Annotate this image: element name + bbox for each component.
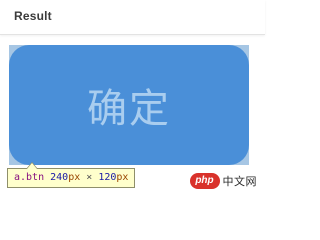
tooltip-selector: a.btn	[14, 172, 45, 183]
result-header: Result	[0, 0, 265, 35]
inspector-tooltip: a.btn 240px × 120px	[7, 162, 136, 188]
tooltip-width-value: 240	[50, 172, 69, 183]
php-logo-icon: php	[189, 173, 220, 189]
watermark-site-text: 中文网	[222, 175, 257, 188]
result-panel: Result 确定 a.btn 240px × 120px php 中文网	[0, 0, 265, 202]
result-title: Result	[14, 9, 52, 23]
tooltip-height-value: 120	[98, 172, 117, 183]
tooltip-separator: ×	[86, 172, 93, 183]
site-watermark: php 中文网	[189, 173, 258, 189]
confirm-button[interactable]: 确定	[9, 45, 249, 165]
tooltip-height-unit: px	[116, 172, 129, 183]
confirm-button-label: 确定	[87, 86, 171, 132]
tooltip-width-unit: px	[68, 172, 81, 183]
